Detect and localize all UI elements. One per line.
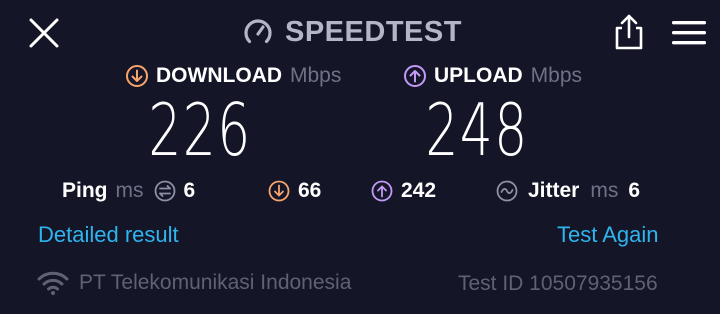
- download-latency-value: 66: [298, 179, 322, 202]
- download-unit: Mbps: [289, 64, 342, 87]
- app-logo: SPEEDTEST: [241, 12, 462, 52]
- ping-stat: Ping ms 6: [62, 174, 195, 208]
- ping-idle-value: 6: [183, 179, 196, 202]
- close-button[interactable]: [26, 15, 62, 51]
- close-icon: [29, 18, 59, 48]
- jitter-value: 6: [628, 179, 641, 202]
- download-latency-icon: [268, 180, 290, 202]
- test-again-link[interactable]: Test Again: [557, 222, 659, 248]
- upload-latency-stat: 242: [371, 174, 436, 208]
- download-speed-value: 226: [148, 88, 252, 172]
- upload-latency-value: 242: [401, 179, 437, 202]
- app-title: SPEEDTEST: [285, 15, 462, 48]
- jitter-icon: [496, 180, 518, 202]
- ping-unit: ms: [115, 179, 144, 202]
- upload-arrow-icon: [404, 65, 426, 87]
- download-latency-stat: 66: [268, 174, 321, 208]
- jitter-unit: ms: [590, 179, 619, 202]
- upload-speed-value: 248: [425, 88, 529, 172]
- idle-latency-icon: [154, 180, 175, 202]
- jitter-stat: Jitter ms 6: [496, 174, 640, 208]
- download-arrow-icon: [126, 65, 148, 87]
- detailed-result-link[interactable]: Detailed result: [38, 222, 179, 248]
- share-button[interactable]: [609, 12, 649, 52]
- upload-label: UPLOAD: [434, 64, 523, 87]
- upload-latency-icon: [371, 180, 393, 202]
- upload-unit: Mbps: [530, 64, 583, 87]
- share-icon: [615, 14, 643, 50]
- test-id: Test ID 10507935156: [458, 272, 658, 295]
- isp-info: PT Telekomunikasi Indonesia: [37, 270, 351, 296]
- menu-button[interactable]: [670, 16, 710, 52]
- wifi-icon: [37, 271, 69, 295]
- hamburger-menu-icon: [672, 21, 706, 45]
- jitter-label: Jitter: [528, 179, 580, 202]
- speedometer-icon: [244, 19, 272, 44]
- ping-label: Ping: [62, 179, 108, 202]
- isp-name: PT Telekomunikasi Indonesia: [79, 271, 352, 294]
- download-label: DOWNLOAD: [156, 64, 282, 87]
